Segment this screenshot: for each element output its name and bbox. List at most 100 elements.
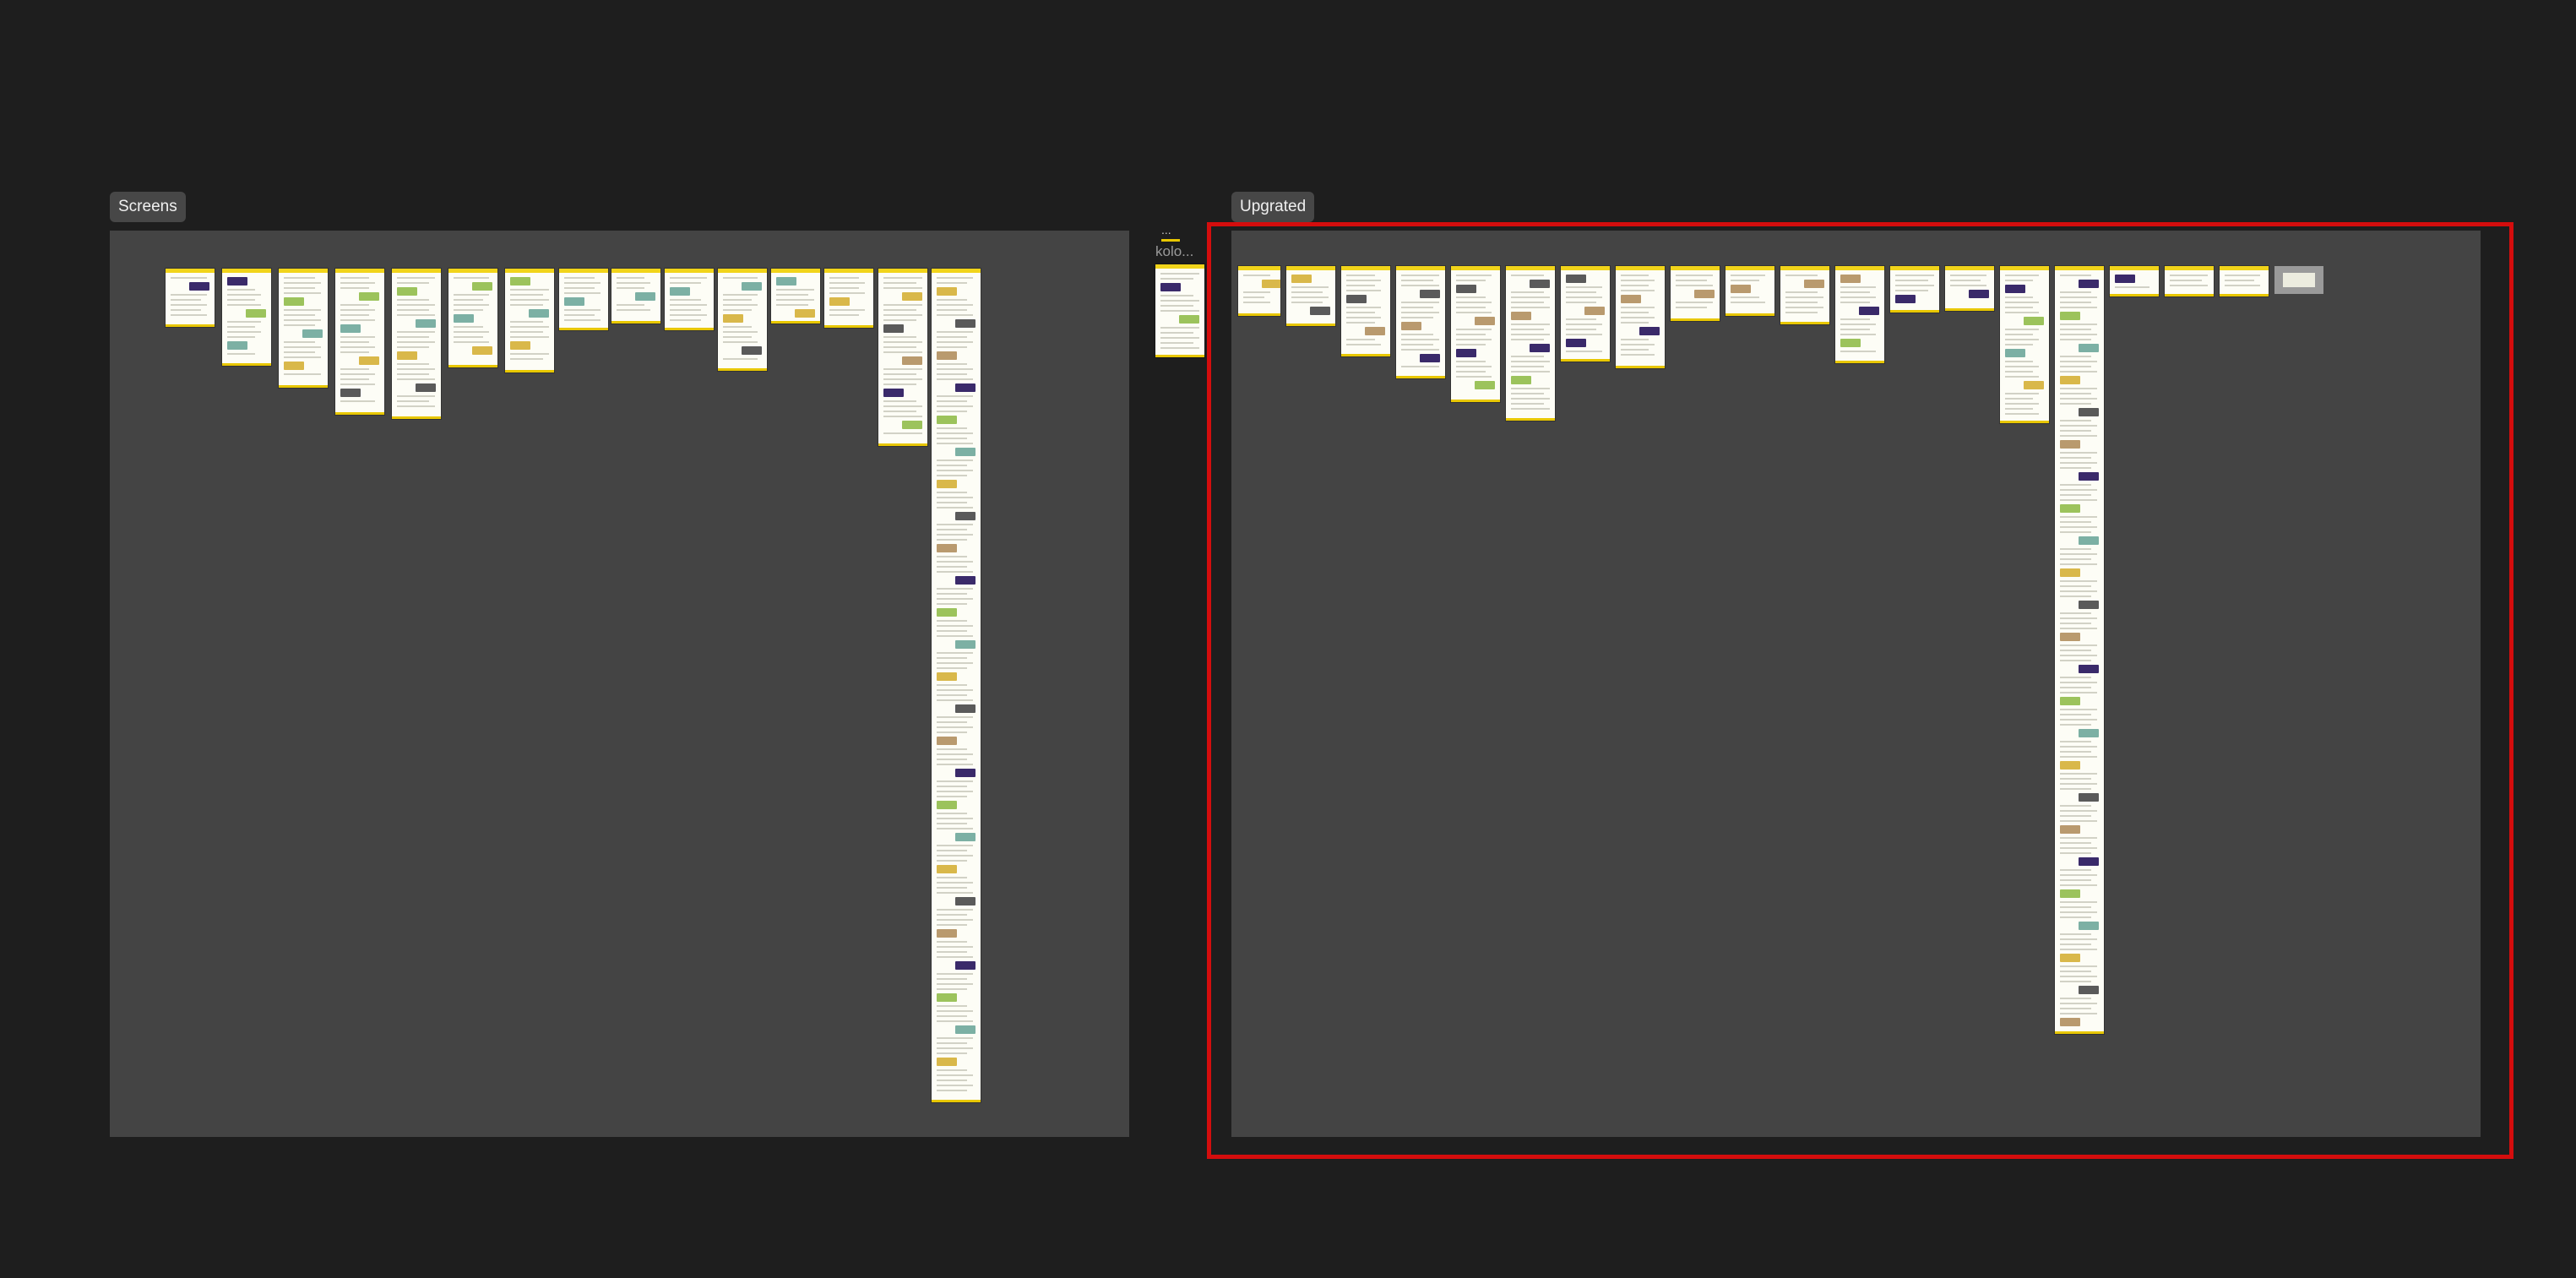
thumbnail-text-line [937,630,967,632]
thumbnail-text-line [171,314,207,316]
thumbnail-text-line [1566,286,1602,288]
screen-thumbnail[interactable] [2165,266,2214,296]
thumbnail-image-block [776,277,796,286]
thumbnail-text-line [284,346,321,348]
thumbnail-text-line [937,1052,967,1054]
thumbnail-text-line [1160,300,1199,302]
screen-thumbnail[interactable] [335,269,384,415]
thumbnail-text-line [397,395,435,397]
thumbnail-text-line [937,1080,967,1081]
thumbnail-text-line [1840,324,1876,325]
screen-thumbnail[interactable] [1616,266,1665,368]
screen-thumbnail[interactable] [1238,266,1280,316]
thumbnail-text-line [1950,280,1981,281]
screen-thumbnail[interactable] [1835,266,1884,363]
thumbnail-text-line [937,566,967,568]
thumbnail-text-line [2005,344,2033,345]
thumbnail-text-line [1566,302,1596,303]
screen-thumbnail[interactable] [1506,266,1555,421]
thumbnail-text-line [2005,302,2039,303]
thumbnail-text-line [1291,286,1329,288]
thumbnail-text-line [1731,302,1765,303]
screen-thumbnail[interactable] [222,269,271,366]
thumbnail-text-line [937,405,973,407]
thumbnail-text-line [2060,590,2097,592]
screen-thumbnail[interactable] [611,269,660,324]
thumbnail-text-line [397,373,429,375]
screen-thumbnail[interactable] [448,269,497,367]
frame-label-screens[interactable]: Screens [110,192,186,222]
screen-thumbnail[interactable] [1561,266,1610,362]
screen-thumbnail[interactable] [1890,266,1939,313]
screen-thumbnail[interactable] [166,269,215,327]
screen-thumbnail[interactable] [878,269,927,446]
stray-frame-title[interactable]: kolo... [1155,243,1193,260]
thumbnail-image-block [955,833,976,841]
stray-frame-accent [1161,239,1180,242]
thumbnail-text-line [1346,322,1375,324]
thumbnail-text-line [937,497,973,498]
screen-thumbnail[interactable] [279,269,328,388]
screen-thumbnail[interactable] [1396,266,1445,378]
thumbnail-text-line [883,432,922,434]
screen-thumbnail[interactable] [505,269,554,373]
screen-thumbnail[interactable] [2110,266,2159,296]
thumbnail-text-line [2060,751,2091,753]
screen-thumbnail[interactable] [932,269,981,1102]
screen-thumbnail[interactable] [1671,266,1720,321]
screen-thumbnail[interactable] [2055,266,2104,1034]
thumbnail-text-line [2060,746,2097,748]
screen-thumbnail[interactable] [1725,266,1774,316]
screen-thumbnail[interactable] [2000,266,2049,423]
screen-thumbnail[interactable] [559,269,608,330]
thumbnail-text-line [1840,302,1870,303]
thumbnail-text-line [1456,307,1486,308]
screen-thumbnail[interactable] [1155,264,1204,357]
thumbnail-text-line [1621,344,1655,345]
thumbnail-text-line [1621,354,1655,356]
thumbnail-text-line [1566,324,1602,325]
thumbnail-text-line [937,855,973,857]
thumbnail-text-line [937,1042,967,1044]
thumbnail-text-line [2060,324,2097,325]
thumbnail-text-line [171,277,207,279]
screen-thumbnail[interactable] [1780,266,1829,324]
screen-thumbnail[interactable] [1286,266,1335,326]
thumbnail-image-block [742,346,762,355]
thumbnail-text-line [829,314,859,316]
image-placeholder-thumbnail[interactable] [2274,266,2323,294]
screen-thumbnail[interactable] [824,269,873,328]
thumbnail-text-line [937,492,967,493]
screen-thumbnail[interactable] [2220,266,2269,296]
thumbnail-text-line [1840,296,1876,298]
frame-label-upgrated[interactable]: Upgrated [1231,192,1315,222]
thumbnail-text-line [1456,361,1486,362]
screen-thumbnail[interactable] [771,269,820,324]
thumbnail-text-line [617,304,644,306]
thumbnail-text-line [2060,499,2097,501]
screen-thumbnail[interactable] [1341,266,1390,356]
thumbnail-image-block [454,314,474,323]
thumbnail-text-line [1511,388,1550,389]
thumbnail-text-line [937,786,967,787]
thumbnail-text-line [2060,660,2091,661]
thumbnail-text-line [284,292,321,294]
thumbnail-text-line [1785,307,1823,308]
thumbnail-image-block [2079,793,2099,802]
screen-thumbnail[interactable] [1451,266,1500,402]
thumbnail-image-block [883,389,904,397]
screen-thumbnail[interactable] [718,269,767,371]
thumbnail-text-line [937,1090,967,1091]
thumbnail-text-line [2005,361,2033,362]
thumbnail-text-line [340,383,375,385]
thumbnail-text-line [454,336,483,338]
stray-frame-ellipsis: ... [1161,223,1171,237]
thumbnail-text-line [2060,901,2097,903]
thumbnail-image-block [955,769,976,777]
screen-thumbnail[interactable] [392,269,441,419]
thumbnail-image-block [937,865,957,873]
screen-thumbnail[interactable] [1945,266,1994,311]
thumbnail-text-line [937,956,973,958]
screen-thumbnail[interactable] [665,269,714,330]
thumbnail-text-line [1621,307,1655,308]
